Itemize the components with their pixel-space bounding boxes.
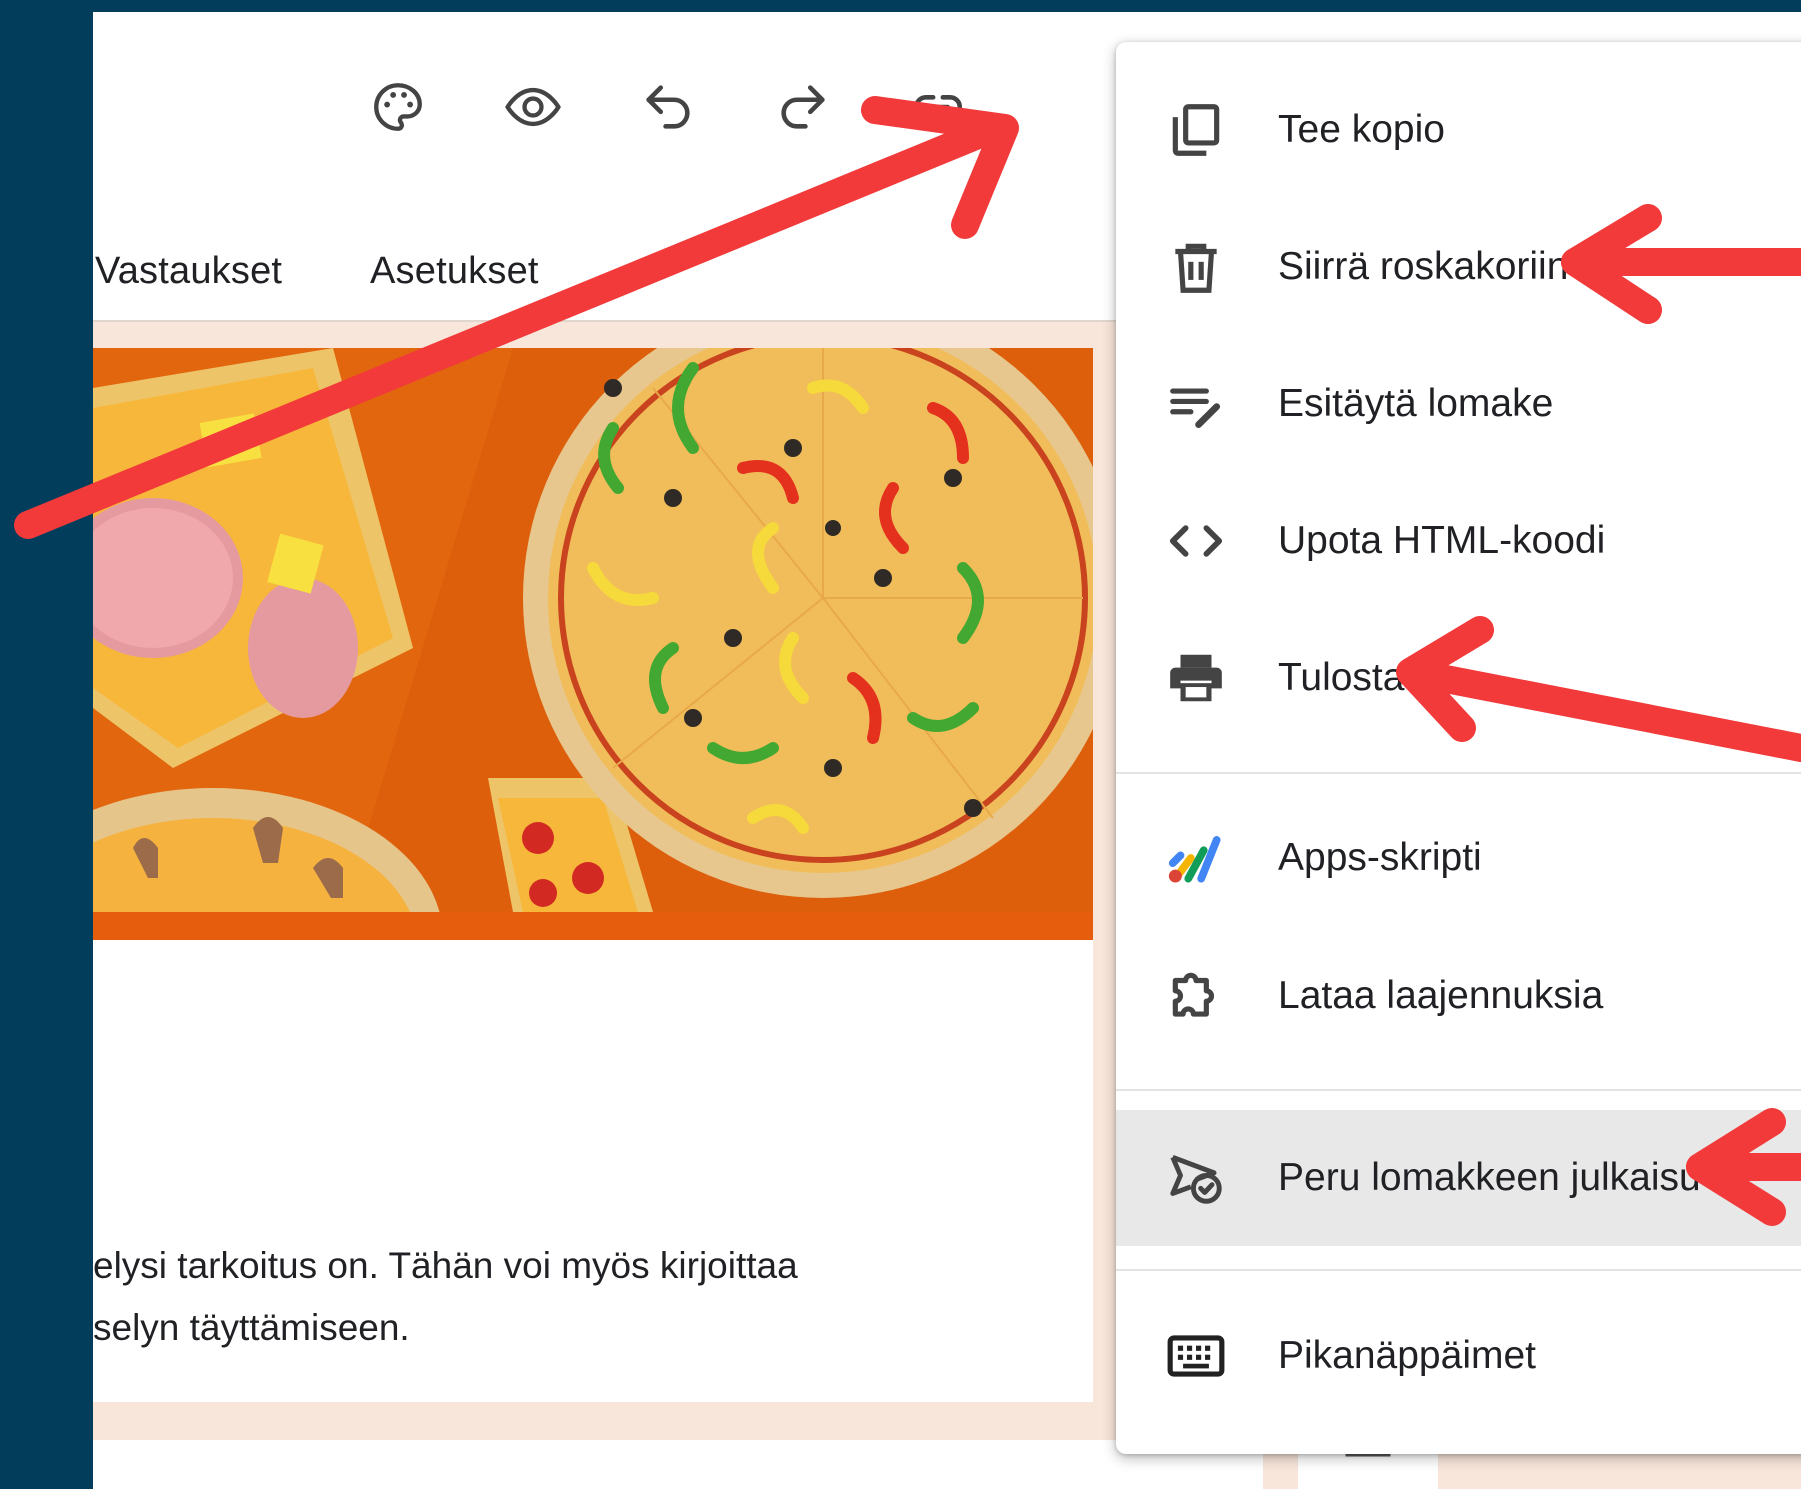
menu-item-label: Siirrä roskakoriin (1278, 245, 1569, 288)
tab-settings[interactable]: Asetukset (370, 250, 539, 293)
palette-icon[interactable] (358, 67, 438, 147)
form-description-line: selyn täyttämiseen. (93, 1307, 410, 1348)
menu-item-label: Apps-skripti (1278, 836, 1482, 879)
menu-item-apps-script[interactable]: Apps-skripti (1116, 790, 1801, 926)
menu-item-label: Esitäytä lomake (1278, 382, 1554, 425)
menu-item-make-copy[interactable]: Tee kopio (1116, 62, 1801, 198)
menu-item-label: Peru lomakkeen julkaisu (1278, 1156, 1701, 1199)
puzzle-icon (1158, 958, 1234, 1034)
menu-divider (1116, 772, 1801, 774)
header-image (93, 348, 1093, 912)
menu-item-label: Tulosta (1278, 656, 1405, 699)
menu-item-get-add-ons[interactable]: Lataa laajennuksia (1116, 928, 1801, 1064)
print-icon (1158, 640, 1234, 716)
prefill-icon (1158, 366, 1234, 442)
form-title-card[interactable]: elysi tarkoitus on. Tähän voi myös kirjo… (93, 912, 1093, 1402)
apps-script-icon (1158, 820, 1234, 896)
menu-divider (1116, 1269, 1801, 1271)
undo-icon[interactable] (628, 67, 708, 147)
redo-icon[interactable] (763, 67, 843, 147)
google-forms-editor: Vastaukset Asetukset elysi tarkoitus on.… (93, 12, 1801, 1489)
menu-item-unpublish-form[interactable]: Peru lomakkeen julkaisu (1116, 1110, 1801, 1246)
menu-item-label: Lataa laajennuksia (1278, 974, 1604, 1017)
menu-item-label: Upota HTML-koodi (1278, 519, 1606, 562)
link-icon[interactable] (898, 67, 978, 147)
menu-item-prefill-form[interactable]: Esitäytä lomake (1116, 336, 1801, 472)
trash-icon (1158, 229, 1234, 305)
copy-icon (1158, 92, 1234, 168)
form-description-line: elysi tarkoitus on. Tähän voi myös kirjo… (93, 1245, 798, 1286)
tab-responses[interactable]: Vastaukset (95, 250, 282, 293)
menu-divider (1116, 1089, 1801, 1091)
menu-item-print[interactable]: Tulosta (1116, 610, 1801, 746)
more-options-menu: Tee kopio Siirrä roskakoriin Esitäytä lo… (1116, 42, 1801, 1454)
unpublish-icon (1158, 1140, 1234, 1216)
menu-item-keyboard-shortcuts[interactable]: Pikanäppäimet (1116, 1288, 1801, 1424)
code-icon (1158, 503, 1234, 579)
keyboard-icon (1158, 1318, 1234, 1394)
menu-item-move-to-trash[interactable]: Siirrä roskakoriin (1116, 199, 1801, 335)
eye-icon[interactable] (493, 67, 573, 147)
question-card[interactable] (93, 1440, 1263, 1489)
menu-item-label: Pikanäppäimet (1278, 1334, 1536, 1377)
menu-item-embed-html[interactable]: Upota HTML-koodi (1116, 473, 1801, 609)
menu-item-label: Tee kopio (1278, 108, 1445, 151)
